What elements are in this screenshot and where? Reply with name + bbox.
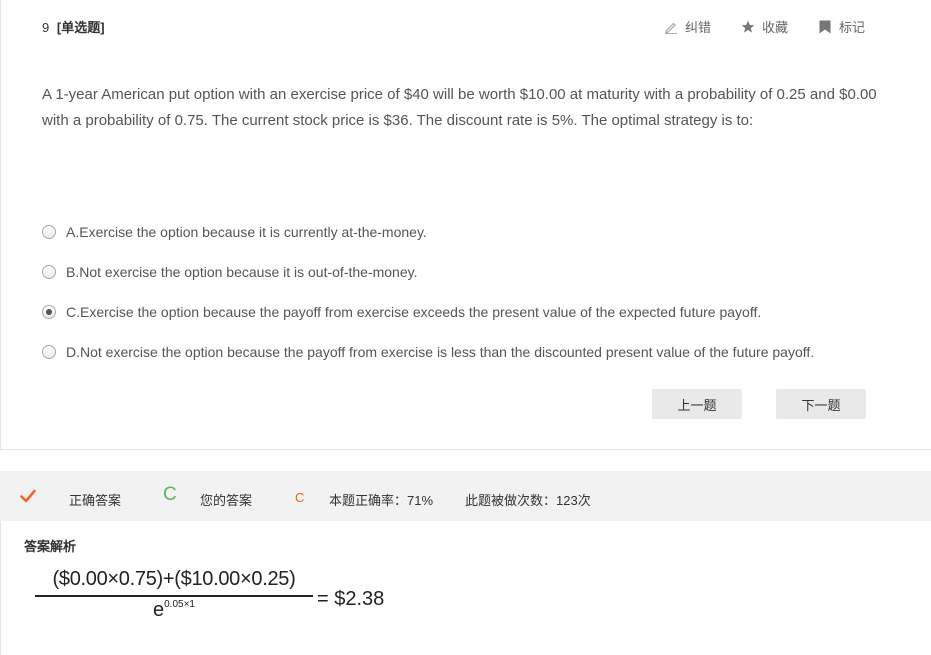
correct-answer-label: 正确答案 — [69, 493, 122, 508]
accuracy-rate: 本题正确率：71% — [329, 493, 434, 508]
correct-error-label: 纠错 — [684, 20, 711, 35]
analysis-title: 答案解析 — [24, 539, 77, 554]
option-d-radio[interactable] — [42, 345, 56, 359]
correct-answer-value: C — [163, 484, 177, 505]
pencil-icon — [664, 22, 677, 34]
formula-denominator-base: e — [153, 598, 165, 621]
question-text: A 1-year American put option with an exe… — [42, 86, 877, 129]
option-a-label: A.Exercise the option because it is curr… — [66, 224, 427, 240]
option-b-label: B.Not exercise the option because it is … — [66, 264, 418, 280]
formula-numerator: ($0.00×0.75)+($10.00×0.25) — [52, 568, 296, 590]
formula-denominator-exponent: 0.05×1 — [164, 598, 195, 610]
formula-result: = $2.38 — [317, 588, 385, 610]
next-question-button[interactable]: 下一题 — [776, 389, 866, 419]
option-d-label: D.Not exercise the option because the pa… — [66, 344, 815, 360]
formula-fraction: ($0.00×0.75)+($10.00×0.25) e0.05×1 — [35, 568, 313, 622]
option-d[interactable]: D.Not exercise the option because the pa… — [42, 332, 814, 372]
star-icon — [741, 20, 755, 33]
your-answer-label: 您的答案 — [200, 493, 253, 508]
option-c-label: C.Exercise the option because the payoff… — [66, 304, 762, 320]
favorite-label: 收藏 — [761, 20, 788, 35]
option-b[interactable]: B.Not exercise the option because it is … — [42, 252, 814, 292]
question-card: 9 [单选题] 纠错 收藏 标记 A 1-year American put o… — [0, 0, 931, 450]
option-b-radio[interactable] — [42, 265, 56, 279]
option-c-radio[interactable] — [42, 305, 56, 319]
question-header: 9 [单选题] — [42, 17, 105, 36]
option-c[interactable]: C.Exercise the option because the payoff… — [42, 292, 814, 332]
answer-bar: 正确答案 C 您的答案 C 本题正确率：71% 此题被做次数：123次 — [0, 471, 931, 521]
check-icon — [20, 489, 36, 503]
option-a-radio[interactable] — [42, 225, 56, 239]
correct-error-button[interactable]: 纠错 — [664, 17, 711, 36]
prev-question-button[interactable]: 上一题 — [652, 389, 742, 419]
favorite-button[interactable]: 收藏 — [741, 17, 788, 36]
formula-denominator: e0.05×1 — [35, 599, 313, 622]
option-a[interactable]: A.Exercise the option because it is curr… — [42, 212, 814, 252]
question-toolbar: 纠错 收藏 标记 — [664, 17, 865, 36]
options-list: A.Exercise the option because it is curr… — [42, 212, 814, 372]
fraction-bar — [35, 595, 313, 597]
question-type: [单选题] — [56, 20, 105, 35]
mark-label: 标记 — [838, 20, 865, 35]
your-answer-value: C — [295, 490, 305, 505]
mark-button[interactable]: 标记 — [818, 17, 865, 36]
question-number: 9 — [42, 20, 50, 35]
bookmark-icon — [819, 20, 831, 33]
times-done-count: 此题被做次数：123次 — [465, 493, 591, 508]
analysis-section: 答案解析 ($0.00×0.75)+($10.00×0.25) e0.05×1 … — [0, 521, 931, 655]
